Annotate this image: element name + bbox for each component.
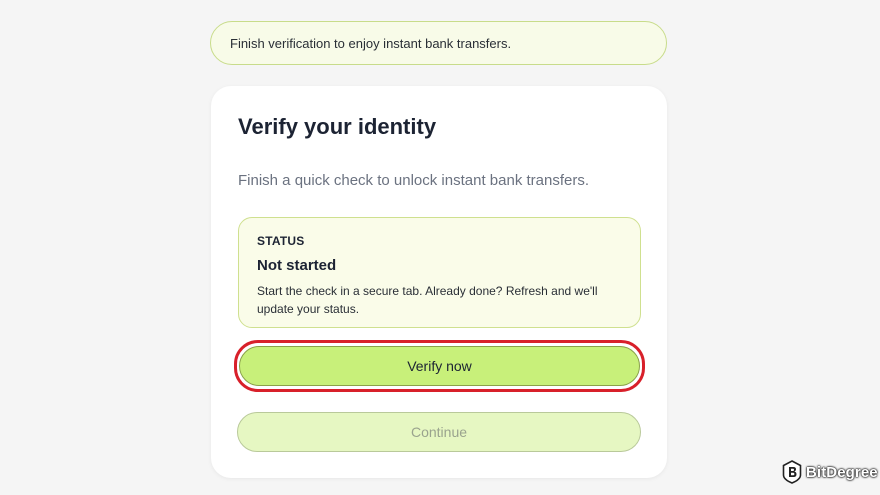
status-label: STATUS [257, 234, 305, 248]
page: Finish verification to enjoy instant ban… [0, 0, 880, 495]
status-panel: STATUS Not started Start the check in a … [238, 217, 641, 328]
notification-banner: Finish verification to enjoy instant ban… [210, 21, 667, 65]
card-title: Verify your identity [238, 114, 437, 139]
verify-now-button[interactable]: Verify now [239, 346, 640, 386]
status-description: Start the check in a secure tab. Already… [257, 284, 598, 316]
verification-card: Verify your identity Finish a quick chec… [211, 86, 667, 478]
bitdegree-logo-icon [782, 460, 802, 484]
watermark-text: BitDegree [806, 463, 878, 481]
watermark: BitDegree [782, 460, 878, 484]
continue-button[interactable]: Continue [237, 412, 641, 452]
card-subtitle: Finish a quick check to unlock instant b… [238, 172, 590, 189]
banner-text: Finish verification to enjoy instant ban… [230, 35, 512, 51]
status-value: Not started [257, 257, 337, 274]
